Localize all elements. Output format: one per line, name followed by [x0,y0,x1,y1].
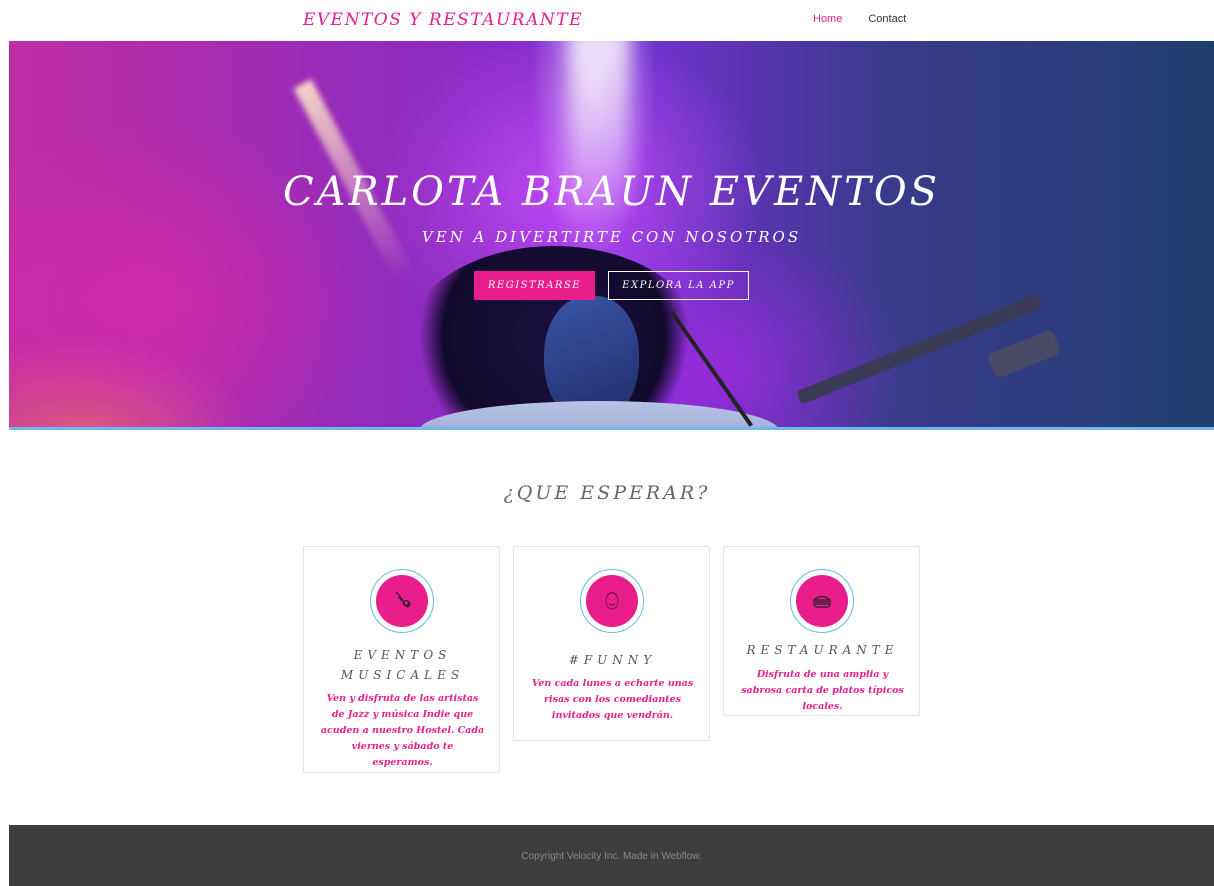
card-text: Disfruta de una amplia y sabrosa carta d… [741,669,904,712]
nav-menu: Home Contact [800,13,919,25]
footer: Copyright Velocity Inc. Made in Webflow. [9,825,1214,886]
brand-logo-link[interactable]: EVENTOS Y RESTAURANTE [303,10,583,30]
saxophone-icon [376,575,428,627]
card-heading: RESTAURANTE [746,643,899,657]
feature-card-funny: #FUNNY Ven cada lunes a echarte unas ris… [513,546,710,741]
card-heading: EVENTOS MUSICALES [340,648,465,682]
register-button[interactable]: REGISTRARSE [474,271,595,300]
feature-card-restaurant: RESTAURANTE Disfruta de una amplia y sab… [723,546,920,716]
nav-link-home[interactable]: Home [800,13,855,25]
burger-icon [796,575,848,627]
icon-ring [580,569,644,633]
hero-title: CARLOTA BRAUN EVENTOS [282,169,941,215]
icon-ring [370,569,434,633]
hero-subtitle: VEN A DIVERTIRTE CON NOSOTROS [421,228,802,246]
card-text: Ven y disfruta de las artistas de Jazz y… [320,693,485,768]
icon-ring [790,569,854,633]
footer-copyright: Copyright Velocity Inc. Made in Webflow. [521,851,702,862]
section-title: ¿QUE ESPERAR? [503,482,711,504]
nav-link-contact[interactable]: Contact [855,13,919,25]
card-heading: #FUNNY [568,653,657,667]
top-navbar: EVENTOS Y RESTAURANTE Home Contact [0,0,1214,41]
hero-banner: CARLOTA BRAUN EVENTOS VEN A DIVERTIRTE C… [9,41,1214,430]
comedian-face-icon [586,575,638,627]
card-text: Ven cada lunes a echarte unas risas con … [531,678,694,721]
guitar-headstock [986,328,1062,380]
explore-app-button[interactable]: EXPLORA LA APP [608,271,749,300]
feature-card-music: EVENTOS MUSICALES Ven y disfruta de las … [303,546,500,773]
